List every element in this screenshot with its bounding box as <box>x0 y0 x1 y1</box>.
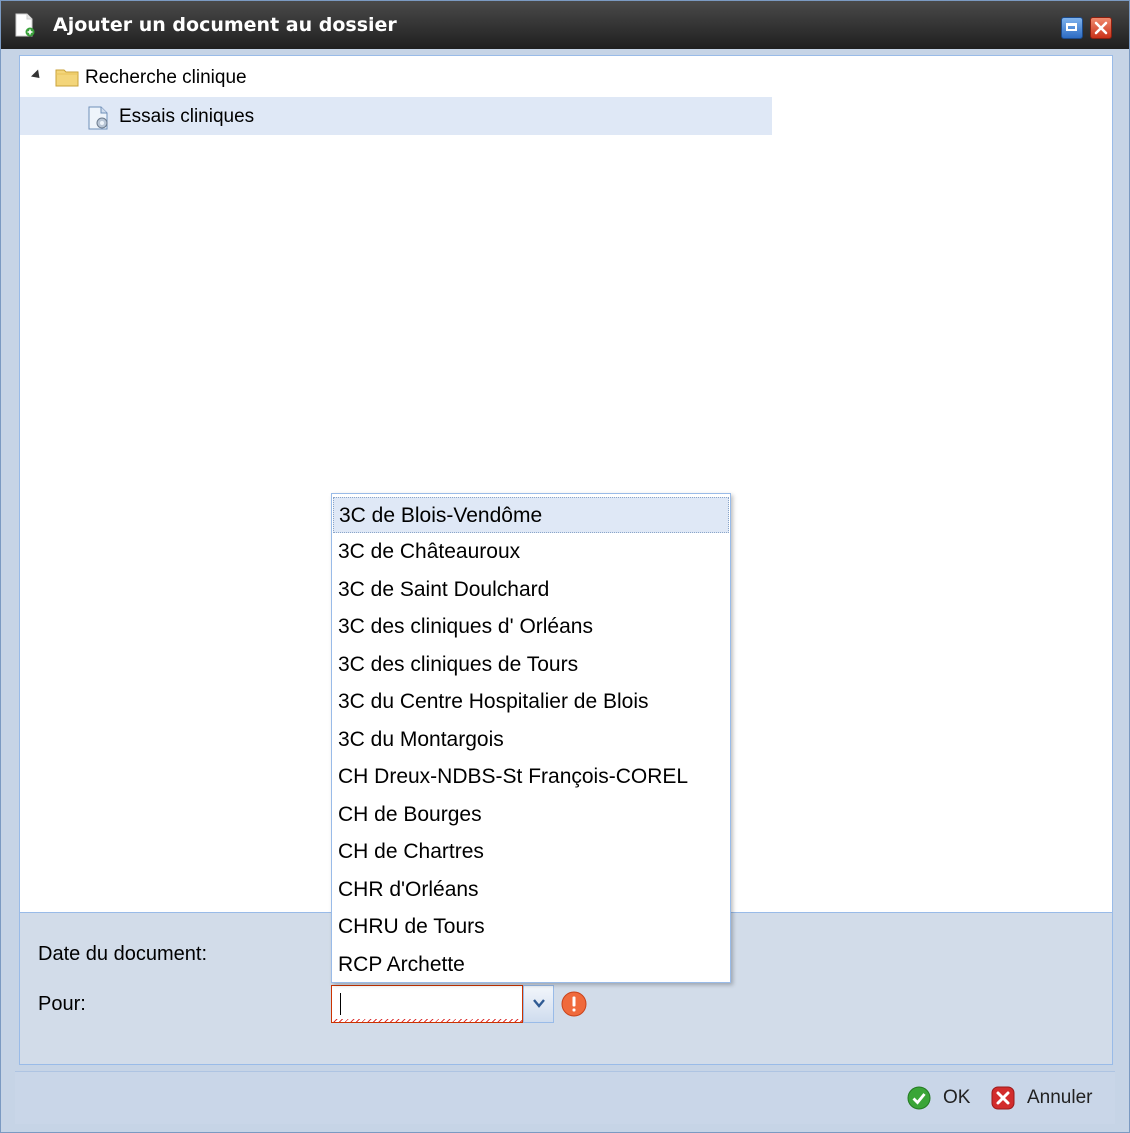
date-label: Date du document: <box>38 943 207 965</box>
close-icon <box>1094 21 1108 35</box>
error-icon <box>561 991 587 1017</box>
text-caret <box>340 993 341 1015</box>
add-document-icon <box>15 13 35 37</box>
tree-node-essais-cliniques[interactable]: Essais cliniques <box>20 97 772 135</box>
dropdown-option[interactable]: 3C de Saint Doulchard <box>333 572 729 608</box>
dialog-window: Ajouter un document au dossier Recherche… <box>0 0 1130 1133</box>
pour-combo-trigger[interactable] <box>523 985 554 1023</box>
dialog-title: Ajouter un document au dossier <box>53 14 397 36</box>
tree-node-recherche-clinique[interactable]: Recherche clinique <box>20 58 772 96</box>
dropdown-option[interactable]: CH de Chartres <box>333 834 729 870</box>
cancel-button[interactable]: Annuler <box>991 1082 1109 1114</box>
dialog-footer: OK Annuler <box>15 1071 1115 1124</box>
dropdown-option[interactable]: CHRU de Tours <box>333 909 729 945</box>
cancel-icon <box>991 1086 1015 1116</box>
pour-dropdown-list: 3C de Blois-Vendôme 3C de Châteauroux 3C… <box>331 493 731 983</box>
chevron-down-icon <box>533 999 545 1008</box>
dialog-titlebar[interactable]: Ajouter un document au dossier <box>1 1 1129 49</box>
pour-combo-input[interactable] <box>331 985 523 1023</box>
dropdown-option[interactable]: 3C du Montargois <box>333 722 729 758</box>
dropdown-option[interactable]: 3C de Châteauroux <box>333 534 729 570</box>
ok-button[interactable]: OK <box>907 1082 977 1114</box>
dropdown-option[interactable]: 3C de Blois-Vendôme <box>333 497 729 533</box>
cancel-label: Annuler <box>1027 1087 1093 1108</box>
tree-label-child: Essais cliniques <box>119 106 255 127</box>
dropdown-option[interactable]: 3C des cliniques de Tours <box>333 647 729 683</box>
document-icon <box>86 105 112 135</box>
pour-label: Pour: <box>38 993 86 1015</box>
close-button[interactable] <box>1090 17 1112 39</box>
dropdown-option[interactable]: CH de Bourges <box>333 797 729 833</box>
dropdown-option[interactable]: RCP Archette <box>333 947 729 983</box>
dropdown-option[interactable]: 3C des cliniques d' Orléans <box>333 609 729 645</box>
dropdown-option[interactable]: 3C du Centre Hospitalier de Blois <box>333 684 729 720</box>
ok-label: OK <box>943 1087 971 1108</box>
maximize-button[interactable] <box>1061 17 1083 39</box>
tree-label-root: Recherche clinique <box>85 67 247 88</box>
expand-arrow-icon[interactable] <box>30 69 44 82</box>
dropdown-option[interactable]: CH Dreux-NDBS-St François-COREL <box>333 759 729 795</box>
check-icon <box>907 1086 931 1116</box>
folder-icon <box>55 67 79 91</box>
dropdown-option[interactable]: CHR d'Orléans <box>333 872 729 908</box>
